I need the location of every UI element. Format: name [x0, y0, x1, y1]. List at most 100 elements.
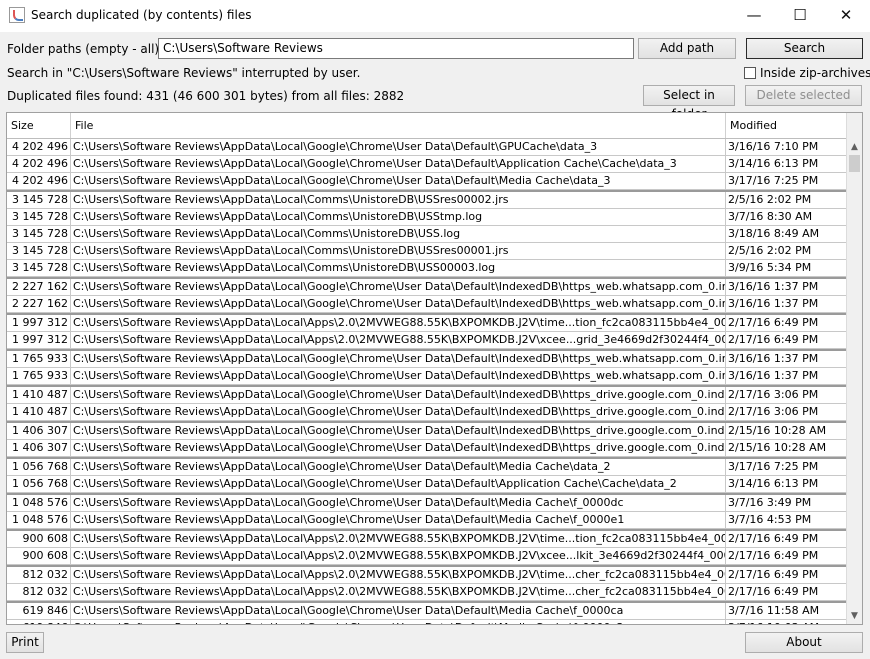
cell-size: 3 145 728	[7, 226, 71, 242]
column-header-modified[interactable]: Modified	[726, 113, 847, 138]
duplicates-found-text: Duplicated files found: 431 (46 600 301 …	[7, 89, 405, 103]
table-row[interactable]: 1 048 576 C:\Users\Software Reviews\AppDa…	[7, 493, 847, 512]
window-title: Search duplicated (by contents) files	[31, 8, 252, 22]
cell-modified: 3/7/16 8:30 AM	[728, 210, 813, 223]
cell-size: 812 032	[7, 584, 71, 600]
table-row[interactable]: 1 410 487 C:\Users\Software Reviews\AppDa…	[7, 404, 847, 421]
table-row[interactable]: 1 048 576 C:\Users\Software Reviews\AppDa…	[7, 512, 847, 529]
table-row[interactable]: 900 608 C:\Users\Software Reviews\AppData…	[7, 548, 847, 565]
cell-size: 1 406 307	[7, 423, 71, 439]
table-row[interactable]: 1 410 487 C:\Users\Software Reviews\AppDa…	[7, 385, 847, 404]
cell-modified: 3/16/16 1:37 PM	[728, 369, 819, 382]
table-row[interactable]: 3 145 728 C:\Users\Software Reviews\AppDa…	[7, 226, 847, 243]
table-row[interactable]: 3 145 728 C:\Users\Software Reviews\AppDa…	[7, 190, 847, 209]
inside-zip-label: Inside zip-archives	[760, 66, 870, 80]
cell-modified: 2/17/16 6:49 PM	[728, 568, 819, 581]
table-row[interactable]: 1 056 768 C:\Users\Software Reviews\AppDa…	[7, 457, 847, 476]
cell-size: 619 846	[7, 620, 71, 624]
cell-size: 1 048 576	[7, 512, 71, 528]
delete-selected-button[interactable]: Delete selected	[745, 85, 862, 106]
cell-size: 4 202 496	[7, 173, 71, 189]
cell-file: C:\Users\Software Reviews\AppData\Local\…	[71, 156, 726, 172]
cell-file: C:\Users\Software Reviews\AppData\Local\…	[73, 440, 726, 456]
table-header: Size File Modified	[7, 113, 847, 139]
scroll-up-arrow-icon[interactable]: ▲	[847, 139, 862, 155]
table-row[interactable]: 812 032 C:\Users\Software Reviews\AppData…	[7, 565, 847, 584]
add-path-button[interactable]: Add path	[638, 38, 736, 59]
close-button[interactable]: ✕	[823, 0, 869, 32]
table-row[interactable]: 3 145 728 C:\Users\Software Reviews\AppDa…	[7, 243, 847, 260]
search-button[interactable]: Search	[746, 38, 863, 59]
cell-file: C:\Users\Software Reviews\AppData\Local\…	[73, 584, 726, 600]
cell-size: 1 056 768	[7, 476, 71, 492]
table-row[interactable]: 2 227 162 C:\Users\Software Reviews\AppDa…	[7, 277, 847, 296]
cell-modified: 2/17/16 6:49 PM	[728, 333, 819, 346]
table-row[interactable]: 2 227 162 C:\Users\Software Reviews\AppDa…	[7, 296, 847, 313]
cell-file: C:\Users\Software Reviews\AppData\Local\…	[71, 459, 726, 475]
cell-modified: 2/5/16 2:02 PM	[728, 193, 812, 206]
about-button[interactable]: About	[745, 632, 863, 653]
table-row[interactable]: 4 202 496 C:\Users\Software Reviews\AppDa…	[7, 156, 847, 173]
cell-file: C:\Users\Software Reviews\AppData\Local\…	[71, 139, 726, 155]
cell-size: 1 410 487	[7, 387, 71, 403]
scrollbar-thumb[interactable]	[849, 155, 860, 172]
cell-file: C:\Users\Software Reviews\AppData\Local\…	[71, 226, 726, 242]
cell-size: 1 048 576	[7, 495, 71, 511]
table-row[interactable]: 1 406 307 C:\Users\Software Reviews\AppDa…	[7, 421, 847, 440]
maximize-button[interactable]: ☐	[777, 0, 823, 32]
cell-file: C:\Users\Software Reviews\AppData\Local\…	[71, 476, 726, 492]
table-row[interactable]: 900 608 C:\Users\Software Reviews\AppData…	[7, 529, 847, 548]
table-row[interactable]: 1 406 307 C:\Users\Software Reviews\AppDa…	[7, 440, 847, 457]
cell-file: C:\Users\Software Reviews\AppData\Local\…	[73, 567, 726, 583]
minimize-button[interactable]: —	[731, 0, 777, 32]
cell-modified: 3/17/16 7:25 PM	[728, 460, 819, 473]
cell-file: C:\Users\Software Reviews\AppData\Local\…	[71, 495, 726, 511]
folder-path-input[interactable]: C:\Users\Software Reviews	[158, 38, 634, 59]
table-row[interactable]: 1 997 312 C:\Users\Software Reviews\AppDa…	[7, 332, 847, 349]
cell-size: 900 608	[7, 548, 71, 564]
cell-modified: 3/14/16 6:13 PM	[728, 477, 819, 490]
table-row[interactable]: 3 145 728 C:\Users\Software Reviews\AppDa…	[7, 260, 847, 277]
table-row[interactable]: 1 765 933 C:\Users\Software Reviews\AppDa…	[7, 349, 847, 368]
cell-file: C:\Users\Software Reviews\AppData\Local\…	[71, 173, 726, 189]
table-body: 4 202 496 C:\Users\Software Reviews\AppDa…	[7, 139, 847, 624]
cell-modified: 3/16/16 1:37 PM	[728, 297, 819, 310]
duplicates-table: Size File Modified 4 202 496 C:\Users\Sof…	[6, 112, 863, 625]
table-row[interactable]: 619 846C:\Users\Software Reviews\AppData…	[7, 620, 847, 624]
column-header-size[interactable]: Size	[7, 113, 71, 138]
cell-size: 2 227 162	[7, 296, 71, 312]
column-header-file[interactable]: File	[71, 113, 726, 138]
cell-size: 619 846	[7, 603, 71, 619]
vertical-scrollbar[interactable]: ▲ ▼	[846, 113, 862, 624]
table-row[interactable]: 1 997 312 C:\Users\Software Reviews\AppDa…	[7, 313, 847, 332]
cell-file: C:\Users\Software Reviews\AppData\Local\…	[71, 279, 726, 295]
cell-file: C:\Users\Software Reviews\AppData\Local\…	[71, 192, 726, 208]
cell-file: C:\Users\Software Reviews\AppData\Local\…	[71, 603, 726, 619]
table-row[interactable]: 3 145 728 C:\Users\Software Reviews\AppDa…	[7, 209, 847, 226]
table-row[interactable]: 4 202 496 C:\Users\Software Reviews\AppDa…	[7, 173, 847, 190]
cell-size: 2 227 162	[7, 279, 71, 295]
cell-size: 1 056 768	[7, 459, 71, 475]
table-row[interactable]: 1 056 768 C:\Users\Software Reviews\AppDa…	[7, 476, 847, 493]
table-row[interactable]: 1 765 933 C:\Users\Software Reviews\AppDa…	[7, 368, 847, 385]
table-row[interactable]: 619 846C:\Users\Software Reviews\AppData…	[7, 601, 847, 620]
inside-zip-checkbox[interactable]	[744, 67, 756, 79]
table-row[interactable]: 4 202 496 C:\Users\Software Reviews\AppDa…	[7, 139, 847, 156]
title-bar: Search duplicated (by contents) files — …	[0, 0, 870, 32]
cell-file: C:\Users\Software Reviews\AppData\Local\…	[71, 548, 726, 564]
table-row[interactable]: 812 032 C:\Users\Software Reviews\AppData…	[7, 584, 847, 601]
cell-file: C:\Users\Software Reviews\AppData\Local\…	[73, 387, 726, 403]
scroll-down-arrow-icon[interactable]: ▼	[847, 608, 862, 624]
cell-size: 1 406 307	[7, 440, 71, 456]
cell-file: C:\Users\Software Reviews\AppData\Local\…	[71, 351, 726, 367]
cell-size: 1 997 312	[7, 332, 71, 348]
cell-modified: 3/7/16 4:53 PM	[728, 513, 812, 526]
print-button[interactable]: Print	[6, 632, 44, 653]
cell-size: 3 145 728	[7, 243, 71, 259]
cell-modified: 2/17/16 3:06 PM	[728, 405, 819, 418]
cell-modified: 2/17/16 6:49 PM	[728, 549, 819, 562]
cell-file: C:\Users\Software Reviews\AppData\Local\…	[71, 209, 726, 225]
cell-file: C:\Users\Software Reviews\AppData\Local\…	[73, 404, 726, 420]
status-message: Search in "C:\Users\Software Reviews" in…	[7, 66, 361, 80]
select-in-folder-button[interactable]: Select in folder	[643, 85, 735, 121]
